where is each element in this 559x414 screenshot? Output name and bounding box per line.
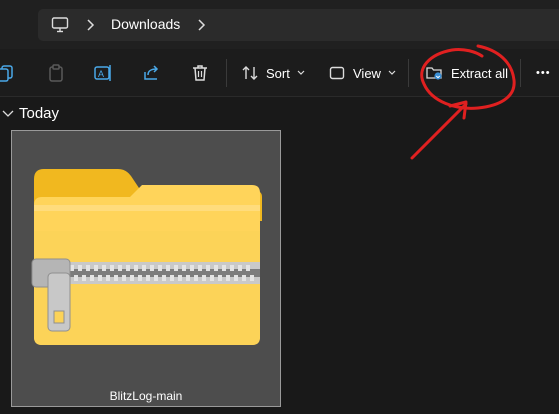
toolbar-separator [226,59,227,87]
more-icon: ••• [536,67,551,79]
group-header-today[interactable]: Today [2,105,59,122]
zip-folder-icon [31,169,262,345]
chevron-down-icon [388,70,396,75]
rename-icon[interactable]: A [93,63,113,83]
chevron-right-icon[interactable] [196,17,206,33]
sort-icon [242,66,258,80]
address-bar[interactable]: Downloads [38,9,559,41]
svg-text:A: A [98,69,104,79]
breadcrumb-downloads[interactable]: Downloads [111,16,180,32]
extract-all-label: Extract all [451,65,509,81]
file-name-label: BlitzLog-main [109,389,183,403]
toolbar-separator [520,59,521,87]
paste-icon[interactable] [46,63,66,83]
chevron-down-icon [297,70,305,75]
extract-all-button[interactable]: Extract all [426,61,508,85]
view-button[interactable]: View [329,61,404,85]
chevron-right-icon[interactable] [85,17,95,33]
view-label: View [353,65,381,81]
computer-icon[interactable] [51,16,69,34]
more-options-button[interactable]: ••• [536,61,551,85]
extract-folder-icon [426,67,442,80]
command-bar: A Sort View Extract all ••• [0,49,559,97]
file-item-zip[interactable]: BlitzLog-main [11,130,281,407]
share-icon[interactable] [142,63,162,83]
copy-icon[interactable] [0,63,16,83]
toolbar-separator [408,59,409,87]
delete-icon[interactable] [190,63,210,83]
view-icon [329,66,345,80]
address-bar-region: Downloads [0,0,559,49]
chevron-down-icon[interactable] [2,110,14,118]
sort-label: Sort [266,65,290,81]
sort-button[interactable]: Sort [242,61,313,85]
group-header-label: Today [19,105,60,122]
